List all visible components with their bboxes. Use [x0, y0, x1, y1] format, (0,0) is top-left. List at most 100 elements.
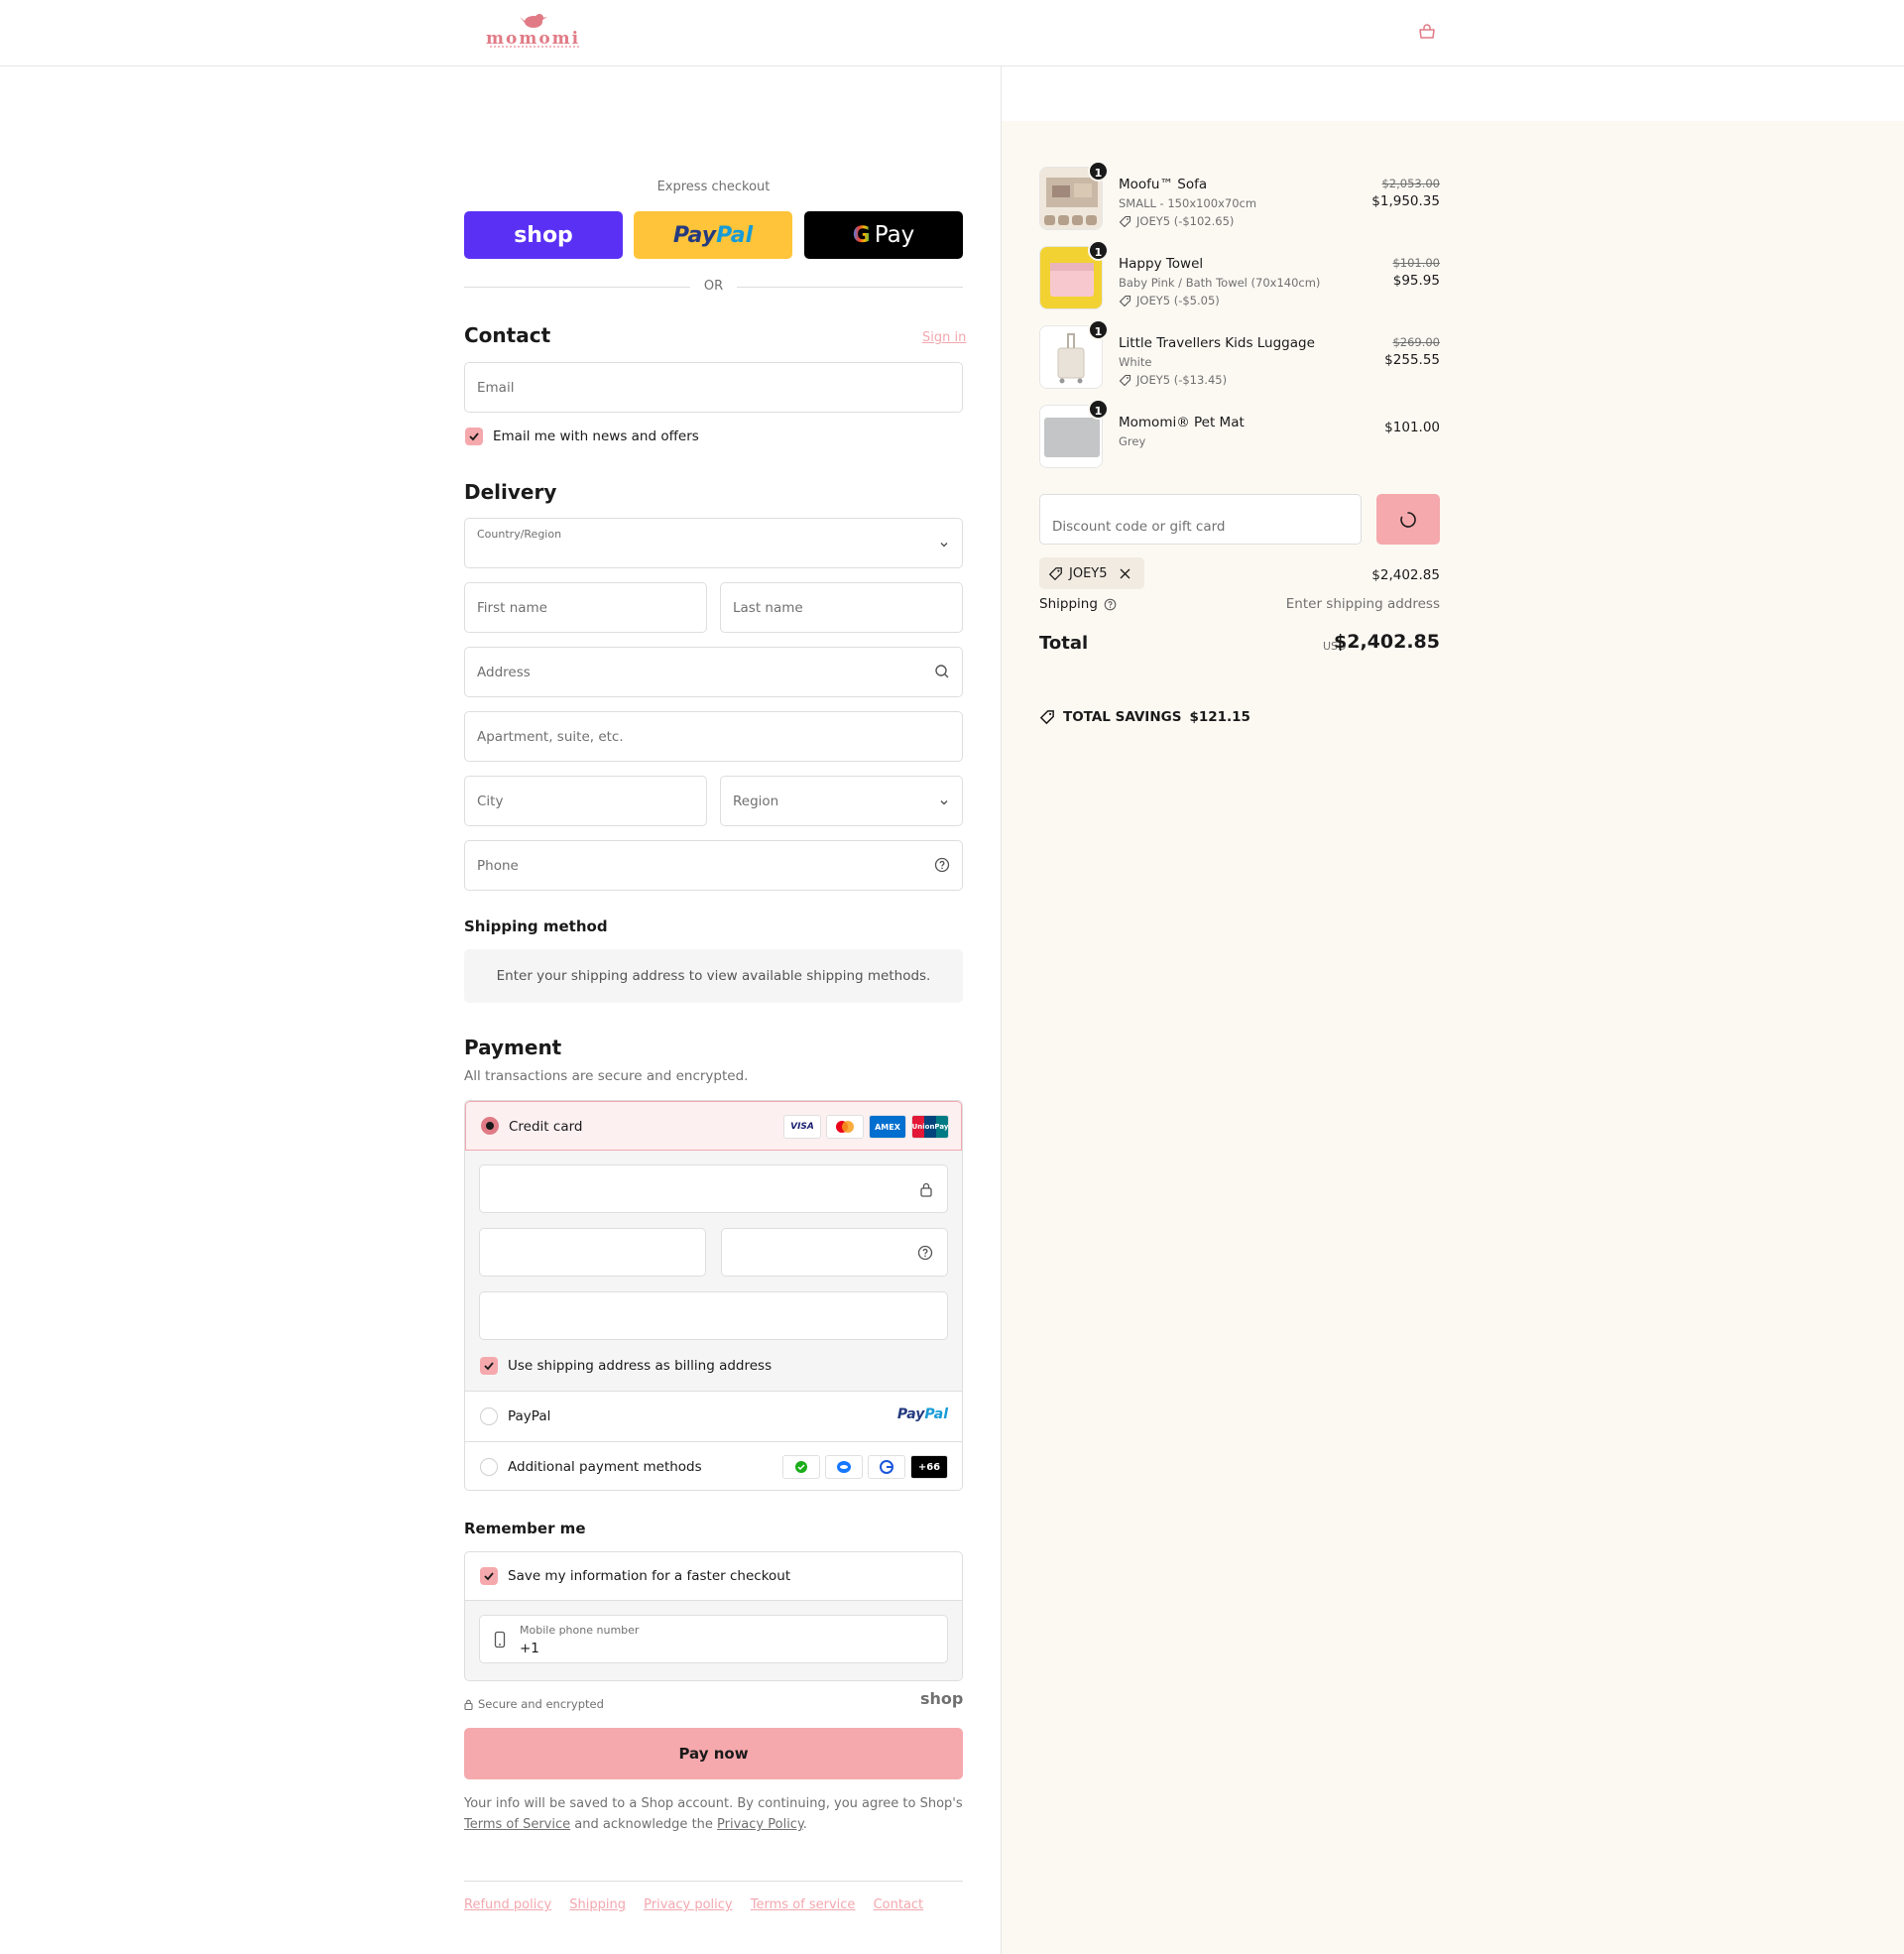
- bird-icon: [520, 14, 547, 28]
- store-logo[interactable]: momomi: [476, 12, 593, 52]
- privacy-policy-footer-link[interactable]: Privacy policy: [644, 1897, 732, 1912]
- shop-logo: shop: [920, 1689, 964, 1708]
- terms-of-service-footer-link[interactable]: Terms of service: [751, 1897, 856, 1912]
- contact-link[interactable]: Contact: [874, 1897, 924, 1912]
- item-name: Momomi® Pet Mat: [1119, 415, 1245, 430]
- tag-icon: [1119, 295, 1131, 306]
- mastercard-icon: [826, 1115, 864, 1139]
- total-value: $2,402.85: [1334, 631, 1440, 653]
- country-select[interactable]: Country/Region: [464, 518, 963, 568]
- card-name-field[interactable]: [479, 1291, 948, 1340]
- footer-links: Refund policy Shipping Privacy policy Te…: [464, 1897, 937, 1912]
- item-price: $1,950.35: [1371, 193, 1440, 209]
- news-checkbox[interactable]: [465, 427, 483, 445]
- cart-item: 1 Little Travellers Kids Luggage White J…: [1039, 319, 1440, 395]
- save-info-checkbox[interactable]: [480, 1567, 498, 1585]
- secure-note: Secure and encrypted: [464, 1697, 604, 1711]
- shop-pay-button[interactable]: shop: [464, 211, 623, 259]
- g-pay-method-icon: [868, 1455, 905, 1479]
- help-icon[interactable]: [1104, 598, 1117, 611]
- check-icon: [484, 1362, 494, 1371]
- address-placeholder: Address: [477, 665, 531, 680]
- wechat-pay-icon: [782, 1455, 820, 1479]
- privacy-policy-link[interactable]: Privacy Policy: [717, 1817, 803, 1832]
- discount-code-input[interactable]: Discount code or gift card: [1039, 494, 1362, 545]
- item-price: $95.95: [1392, 273, 1440, 289]
- payment-subtitle: All transactions are secure and encrypte…: [464, 1068, 749, 1084]
- additional-methods-label: Additional payment methods: [508, 1459, 702, 1475]
- shopping-bag-icon[interactable]: [1418, 24, 1436, 40]
- paypal-radio[interactable]: [480, 1407, 498, 1425]
- close-icon[interactable]: [1120, 568, 1130, 579]
- shipping-summary-label: Shipping: [1039, 596, 1117, 612]
- last-name-field[interactable]: Last name: [720, 582, 963, 633]
- item-name: Little Travellers Kids Luggage: [1119, 335, 1315, 351]
- contact-title: Contact: [464, 323, 551, 347]
- region-placeholder: Region: [733, 794, 779, 809]
- unionpay-icon: UnionPay: [911, 1115, 949, 1139]
- paypal-option[interactable]: PayPal PayPal: [465, 1392, 962, 1441]
- chevron-down-icon: [940, 800, 948, 805]
- pay-now-button[interactable]: Pay now: [464, 1728, 963, 1779]
- delivery-title: Delivery: [464, 480, 557, 504]
- apartment-field[interactable]: Apartment, suite, etc.: [464, 711, 963, 762]
- apply-discount-button[interactable]: [1376, 494, 1440, 545]
- region-select[interactable]: Region: [720, 776, 963, 826]
- terms-of-service-link[interactable]: Terms of Service: [464, 1817, 570, 1832]
- column-divider: [1001, 66, 1002, 121]
- mobile-phone-field[interactable]: Mobile phone number +1: [479, 1615, 948, 1663]
- chevron-down-icon: [940, 543, 948, 548]
- help-icon[interactable]: [917, 1245, 933, 1261]
- spinner-icon: [1400, 511, 1416, 528]
- shipping-link[interactable]: Shipping: [569, 1897, 626, 1912]
- first-name-field[interactable]: First name: [464, 582, 707, 633]
- refund-policy-link[interactable]: Refund policy: [464, 1897, 551, 1912]
- applied-discount-chip: JOEY5: [1039, 557, 1144, 589]
- item-old-price: $101.00: [1392, 256, 1440, 270]
- last-name-placeholder: Last name: [733, 600, 803, 616]
- cart-item: 1 Happy Towel Baby Pink / Bath Towel (70…: [1039, 240, 1440, 315]
- mobile-phone-label: Mobile phone number: [520, 1624, 640, 1637]
- additional-methods-radio[interactable]: [480, 1458, 498, 1476]
- item-name: Happy Towel: [1119, 256, 1204, 272]
- tag-icon: [1048, 566, 1062, 580]
- remember-me-title: Remember me: [464, 1520, 586, 1537]
- item-discount: JOEY5 (-$5.05): [1119, 294, 1220, 307]
- credit-card-radio[interactable]: [481, 1117, 499, 1135]
- first-name-placeholder: First name: [477, 600, 547, 616]
- legal-text: Your info will be saved to a Shop accoun…: [464, 1796, 963, 1832]
- quantity-badge: 1: [1088, 399, 1109, 420]
- item-old-price: $2,053.00: [1381, 177, 1440, 190]
- item-old-price: $269.00: [1392, 335, 1440, 349]
- or-label: OR: [703, 279, 724, 294]
- logo-ornament: [490, 46, 579, 48]
- sign-in-link[interactable]: Sign in: [922, 330, 966, 345]
- discount-code-placeholder: Discount code or gift card: [1052, 519, 1226, 535]
- card-number-field[interactable]: [479, 1164, 948, 1213]
- item-variant: Baby Pink / Bath Towel (70x140cm): [1119, 276, 1321, 290]
- email-field[interactable]: Email: [464, 362, 963, 413]
- remember-me-box: Save my information for a faster checkou…: [464, 1551, 963, 1681]
- additional-methods-option[interactable]: Additional payment methods +66: [465, 1442, 962, 1490]
- phone-field[interactable]: Phone: [464, 840, 963, 891]
- search-icon: [935, 665, 949, 678]
- visa-icon: VISA: [783, 1115, 821, 1139]
- item-price: $255.55: [1384, 352, 1440, 368]
- item-discount: JOEY5 (-$102.65): [1119, 214, 1234, 228]
- billing-same-checkbox[interactable]: [480, 1357, 498, 1375]
- credit-card-form: Use shipping address as billing address: [465, 1151, 962, 1391]
- address-field[interactable]: Address: [464, 647, 963, 697]
- card-cvv-field[interactable]: [721, 1228, 948, 1277]
- billing-same-label: Use shipping address as billing address: [508, 1358, 773, 1374]
- credit-card-option[interactable]: Credit card VISA AMEX UnionPay: [465, 1101, 962, 1151]
- check-icon: [469, 432, 479, 441]
- savings-value: $121.15: [1189, 709, 1250, 725]
- city-field[interactable]: City: [464, 776, 707, 826]
- google-g-icon: G: [852, 222, 871, 248]
- or-divider: OR: [464, 279, 963, 295]
- google-pay-button[interactable]: G Pay: [804, 211, 963, 259]
- paypal-express-button[interactable]: Pay Pal: [634, 211, 792, 259]
- card-expiry-field[interactable]: [479, 1228, 706, 1277]
- legal-text-2: and acknowledge the: [574, 1817, 713, 1832]
- help-icon[interactable]: [934, 857, 950, 873]
